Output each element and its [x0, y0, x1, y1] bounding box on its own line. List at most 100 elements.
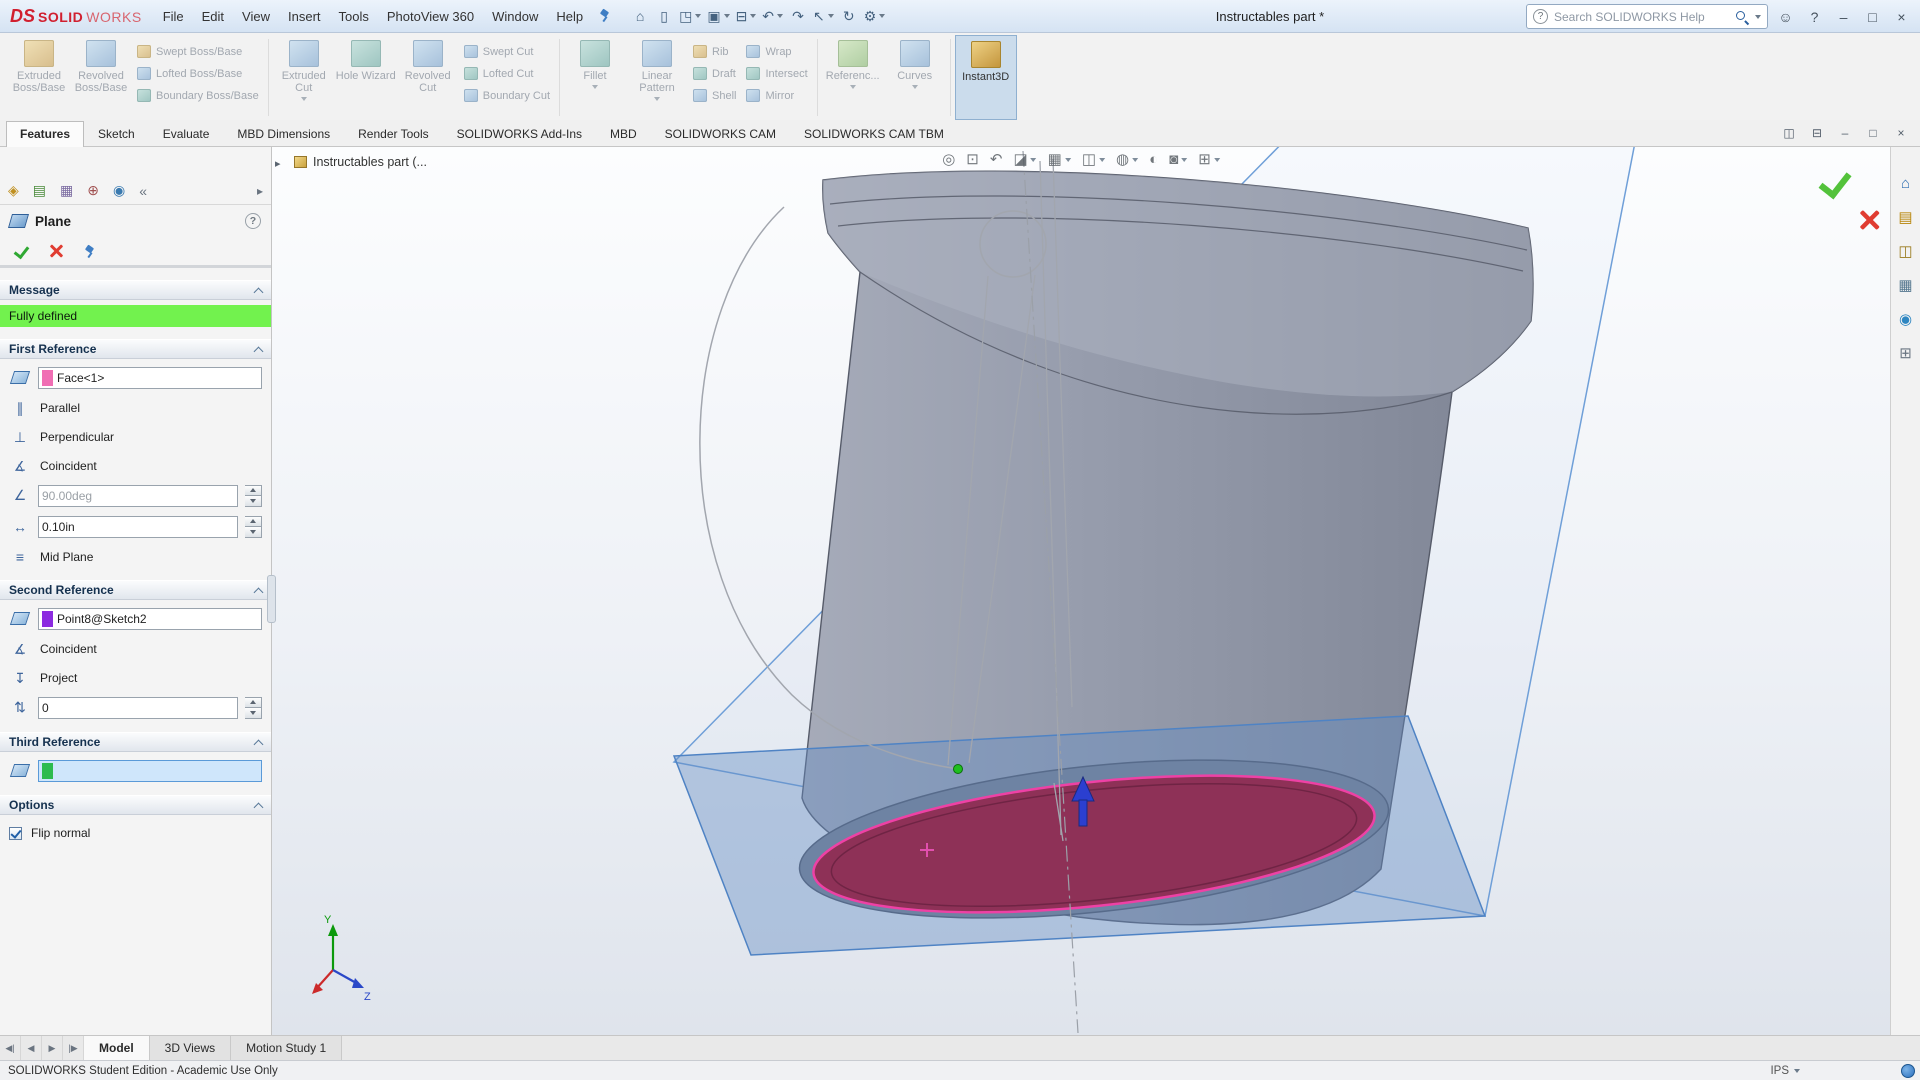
- extruded-cut-caret-icon[interactable]: [301, 97, 307, 101]
- custom-properties-icon[interactable]: ⊞: [1899, 344, 1912, 362]
- doc-close-icon[interactable]: ×: [1890, 123, 1912, 143]
- tab-mbd[interactable]: MBD: [596, 121, 651, 146]
- ribbon-curves-button[interactable]: Curves: [884, 35, 946, 120]
- configurationmanager-tab-icon[interactable]: ▦: [60, 182, 73, 199]
- propertymanager-tab-icon[interactable]: ◈: [8, 182, 19, 199]
- feature-tree-flyout-icon[interactable]: ▸: [275, 157, 281, 170]
- 3d-views-tab[interactable]: 3D Views: [150, 1036, 231, 1060]
- ribbon-intersect-button[interactable]: Intersect: [746, 66, 807, 81]
- tabs-overflow-icon[interactable]: «: [139, 183, 147, 199]
- ribbon-lofted-cut-button[interactable]: Lofted Cut: [464, 66, 550, 81]
- tab-solidworks-cam[interactable]: SOLIDWORKS CAM: [651, 121, 790, 146]
- curves-caret-icon[interactable]: [912, 85, 918, 89]
- options-section-header[interactable]: Options: [0, 795, 271, 815]
- linear-pattern-caret-icon[interactable]: [654, 97, 660, 101]
- open-icon[interactable]: ◳: [676, 4, 704, 28]
- search-dropdown-caret-icon[interactable]: [1755, 15, 1761, 19]
- spin-down-button[interactable]: [245, 527, 262, 538]
- scene-icon[interactable]: ◙: [1169, 151, 1187, 168]
- tab-features[interactable]: Features: [6, 121, 84, 147]
- previous-view-icon[interactable]: ↶: [990, 150, 1003, 168]
- third-reference-section-header[interactable]: Third Reference: [0, 732, 271, 752]
- doc-restore-icon[interactable]: □: [1862, 123, 1884, 143]
- search-icon[interactable]: [1735, 10, 1749, 24]
- menu-tools[interactable]: Tools: [330, 5, 378, 28]
- status-globe-icon[interactable]: [1901, 1064, 1915, 1078]
- search-input[interactable]: [1554, 10, 1729, 24]
- select-icon[interactable]: ↖: [810, 4, 837, 28]
- edit-appearance-icon[interactable]: ◐: [1149, 151, 1158, 168]
- view-orientation-icon[interactable]: ▦: [1048, 150, 1071, 168]
- pm-pin-button[interactable]: [83, 244, 97, 258]
- spin-down-button[interactable]: [245, 496, 262, 507]
- ribbon-reference-geometry-button[interactable]: Referenc...: [822, 35, 884, 120]
- pin-menu-icon[interactable]: [598, 8, 612, 25]
- third-reference-field[interactable]: [38, 760, 262, 782]
- breadcrumb[interactable]: Instructables part (...: [294, 155, 427, 169]
- home-icon[interactable]: ⌂: [628, 4, 652, 28]
- task-home-icon[interactable]: ⌂: [1901, 175, 1910, 192]
- model-tab[interactable]: Model: [84, 1036, 150, 1060]
- appearances-icon[interactable]: ◉: [1899, 310, 1912, 328]
- menu-view[interactable]: View: [233, 5, 279, 28]
- ribbon-extruded-cut-button[interactable]: Extruded Cut: [273, 35, 335, 120]
- model-canvas[interactable]: Y Z: [272, 147, 1890, 1035]
- flip-normal-option[interactable]: Flip normal: [0, 822, 271, 844]
- maximize-icon[interactable]: □: [1858, 4, 1887, 30]
- second-reference-section-header[interactable]: Second Reference: [0, 580, 271, 600]
- ribbon-wrap-button[interactable]: Wrap: [746, 44, 807, 59]
- ribbon-boundary-cut-button[interactable]: Boundary Cut: [464, 88, 550, 103]
- project-option[interactable]: ↧ Project: [0, 667, 271, 689]
- ribbon-rib-button[interactable]: Rib: [693, 44, 736, 59]
- spin-down-button[interactable]: [245, 708, 262, 719]
- panel-splitter-handle[interactable]: [267, 575, 276, 623]
- perpendicular-option[interactable]: ⊥ Perpendicular: [0, 426, 271, 448]
- second-reference-field[interactable]: Point8@Sketch2: [38, 608, 262, 630]
- ribbon-extruded-boss-button[interactable]: Extruded Boss/Base: [8, 35, 70, 120]
- flip-normal-checkbox[interactable]: [9, 827, 22, 840]
- tab-evaluate[interactable]: Evaluate: [149, 121, 224, 146]
- graphics-viewport[interactable]: Y Z ▸ Instructables part (... ◎⊡↶◪▦◫◍◐◙⊞: [272, 147, 1890, 1035]
- spin-up-button[interactable]: [245, 697, 262, 709]
- new-document-icon[interactable]: ▯: [652, 4, 676, 28]
- print-icon[interactable]: ⊟: [733, 4, 760, 28]
- tab-solidworks-cam-tbm[interactable]: SOLIDWORKS CAM TBM: [790, 121, 958, 146]
- ribbon-linear-pattern-button[interactable]: Linear Pattern: [626, 35, 688, 120]
- ribbon-instant3d-button[interactable]: Instant3D: [955, 35, 1017, 120]
- section-view-icon[interactable]: ◪: [1013, 150, 1036, 168]
- unit-system-selector[interactable]: IPS: [1770, 1065, 1800, 1077]
- ribbon-shell-button[interactable]: Shell: [693, 88, 736, 103]
- confirm-cancel-button[interactable]: [1859, 210, 1880, 231]
- tab-sketch[interactable]: Sketch: [84, 121, 149, 146]
- undo-icon[interactable]: ↶: [759, 4, 786, 28]
- pm-ok-button[interactable]: [13, 244, 29, 258]
- coincident-option[interactable]: ∡ Coincident: [0, 455, 271, 477]
- menu-file[interactable]: File: [154, 5, 193, 28]
- ribbon-mirror-button[interactable]: Mirror: [746, 88, 807, 103]
- pm-help-icon[interactable]: ?: [245, 213, 261, 229]
- menu-insert[interactable]: Insert: [279, 5, 330, 28]
- tab-scroll-last-icon[interactable]: |▶: [63, 1036, 84, 1060]
- message-section-header[interactable]: Message: [0, 280, 271, 300]
- tab-mbd-dimensions[interactable]: MBD Dimensions: [223, 121, 344, 146]
- viewport-split-horizontal-icon[interactable]: ◫: [1778, 123, 1800, 143]
- displaymanager-tab-icon[interactable]: ◉: [113, 182, 125, 199]
- flip-normal-arrow-stem[interactable]: [1079, 800, 1087, 826]
- offset-distance-field[interactable]: 0.10in: [38, 516, 238, 538]
- angle-field[interactable]: 90.00deg: [38, 485, 238, 507]
- ribbon-swept-cut-button[interactable]: Swept Cut: [464, 44, 550, 59]
- second-reference-value-field[interactable]: 0: [38, 697, 238, 719]
- fillet-caret-icon[interactable]: [592, 85, 598, 89]
- menu-edit[interactable]: Edit: [193, 5, 233, 28]
- tab-solidworks-add-ins[interactable]: SOLIDWORKS Add-Ins: [443, 121, 596, 146]
- panel-flyout-icon[interactable]: ▸: [257, 184, 263, 198]
- ribbon-boundary-boss-button[interactable]: Boundary Boss/Base: [137, 88, 259, 103]
- first-reference-field[interactable]: Face<1>: [38, 367, 262, 389]
- menu-photoview-360[interactable]: PhotoView 360: [378, 5, 483, 28]
- ribbon-hole-wizard-button[interactable]: Hole Wizard: [335, 35, 397, 120]
- dimxpertmanager-tab-icon[interactable]: ⊕: [87, 182, 99, 199]
- app-help-icon[interactable]: ?: [1800, 4, 1829, 30]
- view-settings-icon[interactable]: ⊞: [1198, 150, 1220, 168]
- minimize-icon[interactable]: –: [1829, 4, 1858, 30]
- display-style-icon[interactable]: ◫: [1082, 150, 1105, 168]
